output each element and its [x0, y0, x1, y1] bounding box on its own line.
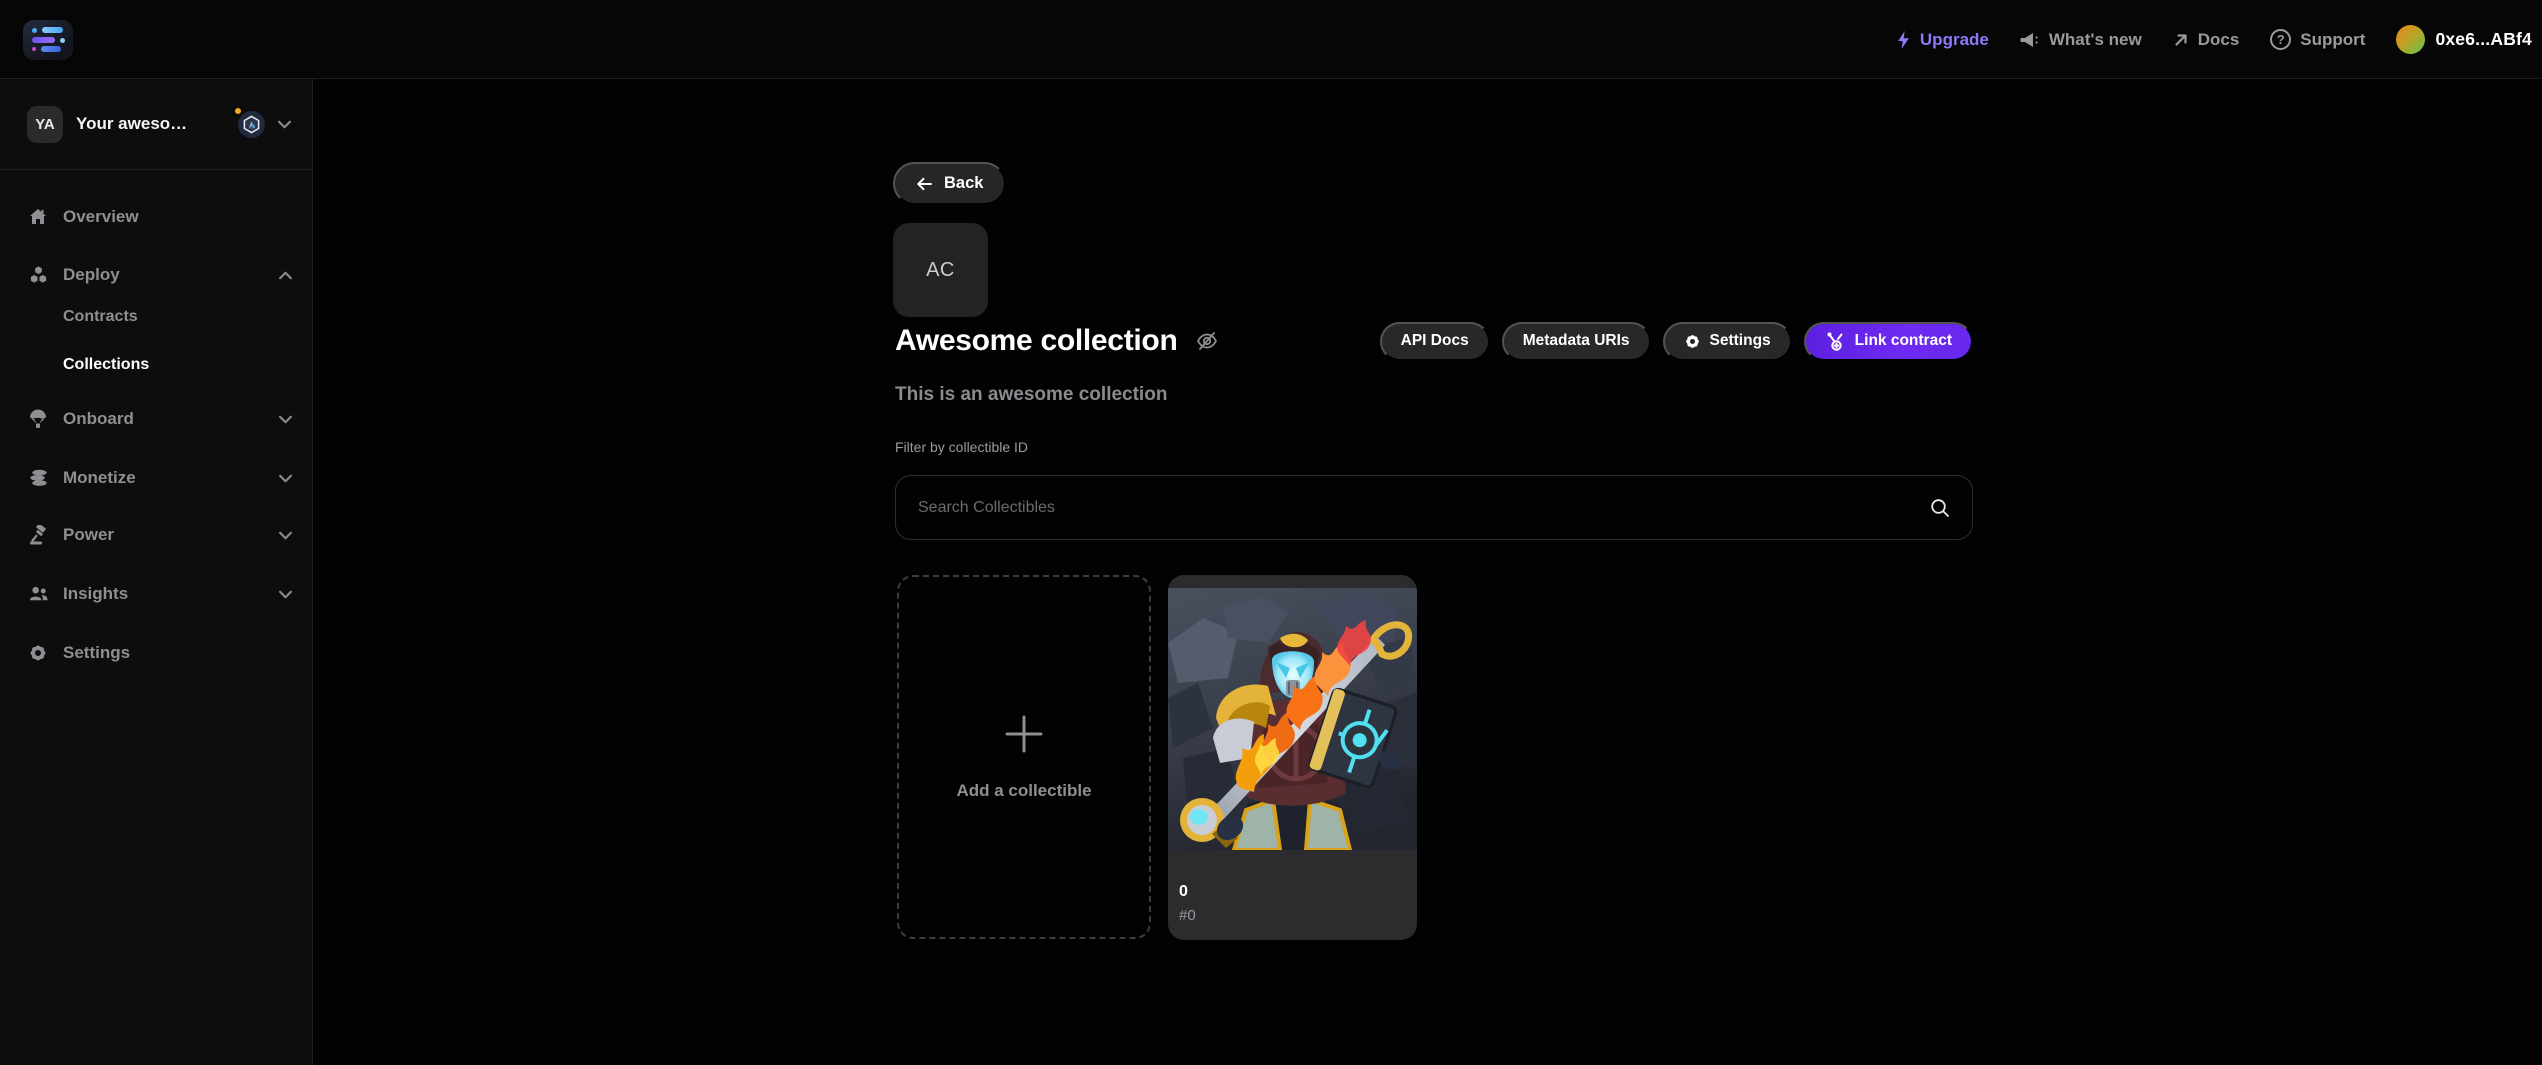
chevron-down-icon: [278, 120, 291, 129]
sidebar-item-label: Insights: [63, 584, 128, 604]
gear-icon: [27, 643, 49, 663]
link-plus-icon: [1825, 331, 1846, 352]
sidebar-item-overview[interactable]: Overview: [0, 197, 313, 237]
add-collectible-label: Add a collectible: [956, 781, 1091, 801]
collectible-meta: 0 #0: [1168, 850, 1417, 923]
collection-actions: API Docs Metadata URIs Settings: [1380, 322, 1973, 361]
collectible-card[interactable]: 0 #0: [1168, 575, 1417, 940]
app-logo-icon[interactable]: [23, 20, 73, 60]
metadata-uris-label: Metadata URIs: [1523, 332, 1630, 350]
network-badge: [238, 111, 265, 138]
sidebar-item-contracts[interactable]: Contracts: [0, 300, 313, 334]
sidebar-item-label: Power: [63, 525, 114, 545]
chevron-down-icon: [279, 531, 292, 540]
wallet-menu[interactable]: 0xe6...ABf4: [2396, 25, 2532, 54]
settings-button[interactable]: Settings: [1663, 322, 1792, 361]
arbitrum-network-icon: [238, 111, 265, 138]
metadata-uris-button[interactable]: Metadata URIs: [1502, 322, 1651, 361]
chevron-down-icon: [279, 415, 292, 424]
support-link[interactable]: ? Support: [2270, 29, 2365, 50]
whats-new-label: What's new: [2049, 30, 2142, 50]
arrow-left-icon: [916, 176, 933, 192]
sidebar-item-label: Overview: [63, 207, 139, 227]
workspace-switcher[interactable]: YA Your aweso…: [0, 79, 312, 170]
back-label: Back: [944, 174, 983, 193]
link-contract-label: Link contract: [1855, 332, 1952, 350]
gavel-icon: [27, 525, 49, 545]
settings-label: Settings: [1710, 332, 1771, 350]
support-label: Support: [2300, 30, 2365, 50]
upgrade-link[interactable]: Upgrade: [1896, 30, 1989, 50]
sidebar-item-deploy[interactable]: Deploy: [0, 255, 313, 295]
api-docs-label: API Docs: [1401, 332, 1469, 350]
whats-new-link[interactable]: What's new: [2020, 30, 2142, 50]
notification-dot: [233, 106, 243, 116]
sidebar-item-onboard[interactable]: Onboard: [0, 399, 313, 439]
users-icon: [27, 584, 49, 604]
arrow-up-right-icon: [2173, 32, 2189, 48]
search-icon: [1930, 498, 1950, 518]
help-icon: ?: [2270, 29, 2291, 50]
chevron-up-icon: [279, 271, 292, 280]
plus-icon: [1004, 714, 1044, 754]
collection-header: Awesome collection API Docs Metadata URI…: [895, 320, 1973, 362]
add-collectible-card[interactable]: Add a collectible: [897, 575, 1151, 939]
sidebar-item-power[interactable]: Power: [0, 515, 313, 555]
wallet-avatar: [2396, 25, 2425, 54]
collectible-token-id: #0: [1179, 908, 1405, 923]
sidebar-item-label: Deploy: [63, 265, 120, 285]
chevron-down-icon: [279, 474, 292, 483]
sidebar-item-monetize[interactable]: Monetize: [0, 458, 313, 498]
chevron-down-icon: [279, 590, 292, 599]
wallet-address: 0xe6...ABf4: [2435, 29, 2532, 50]
collection-avatar: AC: [893, 223, 988, 317]
collection-description: This is an awesome collection: [895, 384, 1167, 406]
sidebar-item-collections[interactable]: Collections: [0, 348, 313, 382]
blocks-icon: [27, 265, 49, 285]
upgrade-label: Upgrade: [1920, 30, 1989, 50]
sidebar: YA Your aweso… Overview: [0, 79, 313, 1065]
sidebar-item-label: Settings: [63, 643, 130, 663]
topbar: Upgrade What's new Docs ? Support 0xe6..…: [0, 0, 2542, 79]
gear-icon: [1684, 333, 1701, 350]
workspace-avatar: YA: [27, 106, 63, 143]
parachute-icon: [27, 409, 49, 429]
coins-icon: [27, 468, 49, 488]
lightning-bolt-icon: [1896, 31, 1911, 49]
sidebar-item-insights[interactable]: Insights: [0, 574, 313, 614]
docs-link[interactable]: Docs: [2173, 30, 2240, 50]
search-box: [895, 475, 1973, 540]
home-icon: [27, 207, 49, 227]
workspace-name: Your aweso…: [76, 114, 187, 134]
filter-label: Filter by collectible ID: [895, 439, 1028, 455]
back-button[interactable]: Back: [893, 162, 1006, 205]
eye-off-icon: [1194, 329, 1220, 353]
page-title: Awesome collection: [895, 324, 1177, 358]
sidebar-item-label: Contracts: [63, 308, 138, 326]
megaphone-icon: [2020, 31, 2040, 49]
api-docs-button[interactable]: API Docs: [1380, 322, 1490, 361]
sidebar-item-label: Monetize: [63, 468, 136, 488]
docs-label: Docs: [2198, 30, 2240, 50]
collectible-image: [1168, 588, 1417, 850]
sidebar-item-settings[interactable]: Settings: [0, 633, 313, 673]
sidebar-item-label: Collections: [63, 356, 149, 374]
sidebar-item-label: Onboard: [63, 409, 134, 429]
search-input[interactable]: [896, 476, 1972, 539]
link-contract-button[interactable]: Link contract: [1804, 322, 1973, 361]
topbar-nav: Upgrade What's new Docs ? Support 0xe6..…: [1896, 0, 2532, 79]
collectible-name: 0: [1179, 884, 1405, 900]
